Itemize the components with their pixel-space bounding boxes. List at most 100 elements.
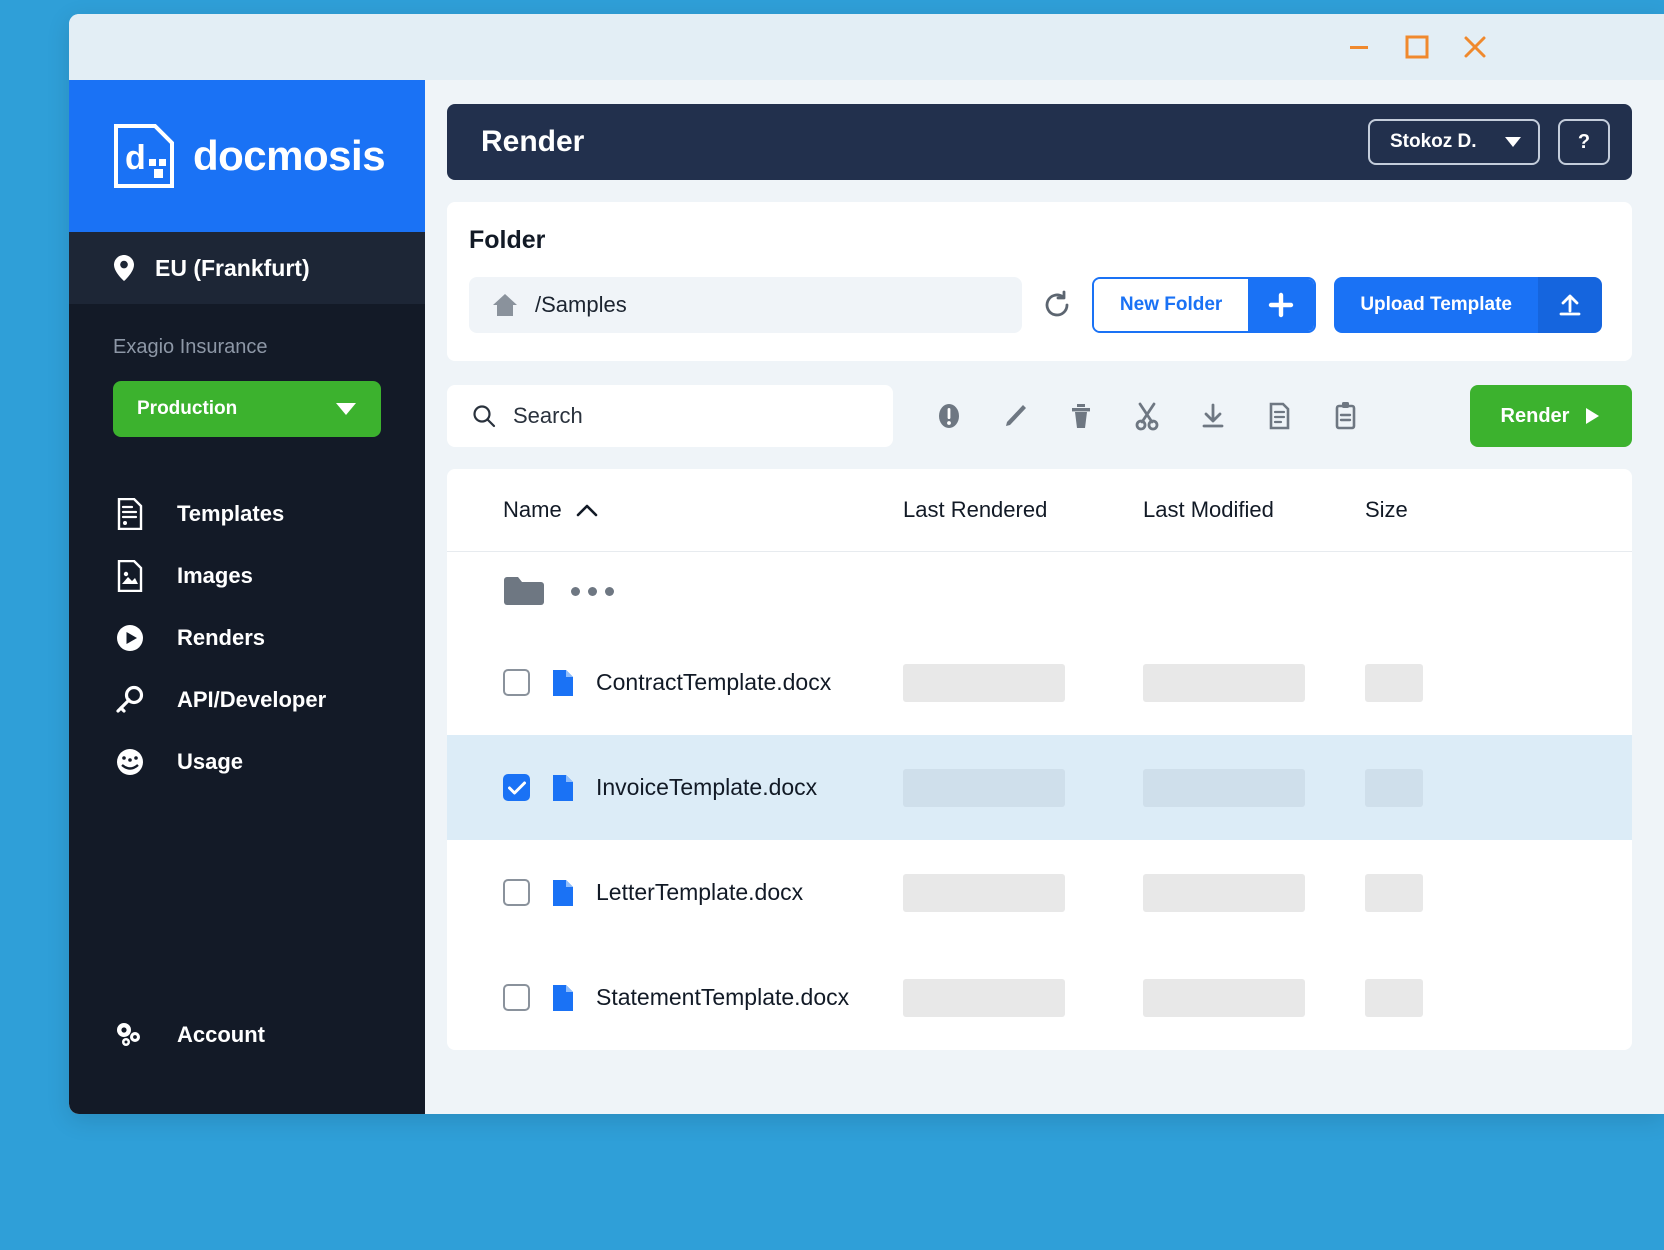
sidebar-item-usage[interactable]: Usage	[69, 731, 425, 793]
search-icon	[471, 403, 497, 429]
table-row[interactable]: StatementTemplate.docx	[447, 945, 1632, 1050]
row-checkbox[interactable]	[503, 984, 530, 1011]
maximize-button[interactable]	[1404, 34, 1430, 60]
size-cell	[1365, 979, 1485, 1017]
minimize-button[interactable]	[1346, 34, 1372, 60]
help-button[interactable]: ?	[1558, 119, 1610, 165]
file-name: StatementTemplate.docx	[596, 984, 849, 1011]
parent-folder-cell	[503, 574, 903, 608]
edit-pencil-icon	[999, 400, 1031, 432]
copy-button[interactable]	[1259, 396, 1299, 436]
last-modified-cell	[1143, 664, 1365, 702]
column-header-name[interactable]: Name	[503, 497, 903, 523]
sidebar-item-api-developer[interactable]: API/Developer	[69, 669, 425, 731]
gears-icon	[113, 1020, 147, 1050]
sidebar-item-label: Images	[177, 563, 253, 589]
last-rendered-cell	[903, 979, 1143, 1017]
delete-button[interactable]	[1061, 396, 1101, 436]
file-name-cell: ContractTemplate.docx	[503, 669, 903, 697]
parent-folder-row[interactable]	[447, 552, 1632, 630]
file-name-cell: LetterTemplate.docx	[503, 879, 903, 907]
minimize-icon	[1347, 35, 1371, 59]
user-menu-button[interactable]: Stokoz D.	[1368, 119, 1540, 165]
organisation-name: Exagio Insurance	[69, 304, 425, 359]
key-icon	[113, 685, 147, 715]
sidebar-item-label: Account	[177, 1022, 265, 1048]
info-button[interactable]	[929, 396, 969, 436]
table-row[interactable]: LetterTemplate.docx	[447, 840, 1632, 945]
cut-scissors-icon	[1131, 400, 1163, 432]
size-cell	[1365, 664, 1485, 702]
table-row[interactable]: InvoiceTemplate.docx	[447, 735, 1632, 840]
folder-path-input[interactable]: /Samples	[469, 277, 1022, 333]
render-button[interactable]: Render	[1470, 385, 1632, 447]
cut-button[interactable]	[1127, 396, 1167, 436]
close-button[interactable]	[1462, 34, 1488, 60]
last-modified-cell	[1143, 979, 1365, 1017]
sidebar-item-images[interactable]: Images	[69, 545, 425, 607]
column-label: Name	[503, 497, 562, 523]
sidebar-item-account[interactable]: Account	[69, 1004, 425, 1066]
row-checkbox[interactable]	[503, 669, 530, 696]
brand-logo[interactable]: d docmosis	[69, 80, 425, 232]
column-header-last-rendered[interactable]: Last Rendered	[903, 497, 1143, 523]
page-title: Render	[481, 125, 1368, 159]
search-input[interactable]: Search	[447, 385, 893, 447]
document-lines-icon	[113, 498, 147, 530]
sidebar-nav: Templates Images	[69, 483, 425, 793]
toolbar-icons	[929, 396, 1365, 436]
last-rendered-cell	[903, 664, 1143, 702]
sidebar: d docmosis EU (Frankfurt) Exagio Insuran…	[69, 80, 425, 1114]
chevron-down-icon	[335, 402, 357, 416]
table-header: Name Last Rendered Last Modified Size	[447, 469, 1632, 551]
row-checkbox[interactable]	[503, 879, 530, 906]
upload-template-button[interactable]: Upload Template	[1334, 277, 1602, 333]
row-checkbox[interactable]	[503, 774, 530, 801]
column-header-size[interactable]: Size	[1365, 497, 1485, 523]
edit-button[interactable]	[995, 396, 1035, 436]
sidebar-item-renders[interactable]: Renders	[69, 607, 425, 669]
folder-controls: /Samples New Folder	[469, 277, 1602, 333]
new-folder-button[interactable]: New Folder	[1092, 277, 1316, 333]
file-name-cell: StatementTemplate.docx	[503, 984, 903, 1012]
download-button[interactable]	[1193, 396, 1233, 436]
page-header: Render Stokoz D. ?	[447, 104, 1632, 180]
upload-template-label: Upload Template	[1334, 277, 1538, 333]
sidebar-footer: Account	[69, 1004, 425, 1066]
page-background: d docmosis EU (Frankfurt) Exagio Insuran…	[0, 0, 1664, 1250]
svg-text:d: d	[125, 139, 146, 177]
brand-name: docmosis	[193, 132, 385, 180]
sidebar-item-label: API/Developer	[177, 687, 326, 713]
location-pin-icon	[113, 254, 135, 282]
folder-path-value: /Samples	[535, 292, 627, 318]
size-cell	[1365, 769, 1485, 807]
folder-panel: Folder /Samples	[447, 202, 1632, 361]
paste-button[interactable]	[1325, 396, 1365, 436]
environment-dropdown[interactable]: Production	[113, 381, 381, 437]
environment-label: Production	[137, 398, 237, 420]
home-icon	[491, 292, 519, 318]
docx-file-icon	[552, 669, 574, 697]
sidebar-item-templates[interactable]: Templates	[69, 483, 425, 545]
gauge-icon	[113, 747, 147, 777]
maximize-icon	[1404, 34, 1430, 60]
file-name: InvoiceTemplate.docx	[596, 774, 817, 801]
window-titlebar	[69, 14, 1664, 80]
file-name: LetterTemplate.docx	[596, 879, 803, 906]
sidebar-item-label: Usage	[177, 749, 243, 775]
size-cell	[1365, 874, 1485, 912]
region-selector[interactable]: EU (Frankfurt)	[69, 232, 425, 304]
user-name: Stokoz D.	[1390, 131, 1477, 153]
image-file-icon	[113, 560, 147, 592]
last-modified-cell	[1143, 769, 1365, 807]
action-toolbar: Search	[447, 385, 1632, 447]
table-row[interactable]: ContractTemplate.docx	[447, 630, 1632, 735]
refresh-button[interactable]	[1022, 289, 1092, 321]
last-modified-cell	[1143, 874, 1365, 912]
last-rendered-cell	[903, 769, 1143, 807]
docx-file-icon	[552, 879, 574, 907]
copy-icon	[1263, 400, 1295, 432]
paste-icon	[1329, 400, 1361, 432]
folder-icon	[503, 574, 545, 608]
column-header-last-modified[interactable]: Last Modified	[1143, 497, 1365, 523]
